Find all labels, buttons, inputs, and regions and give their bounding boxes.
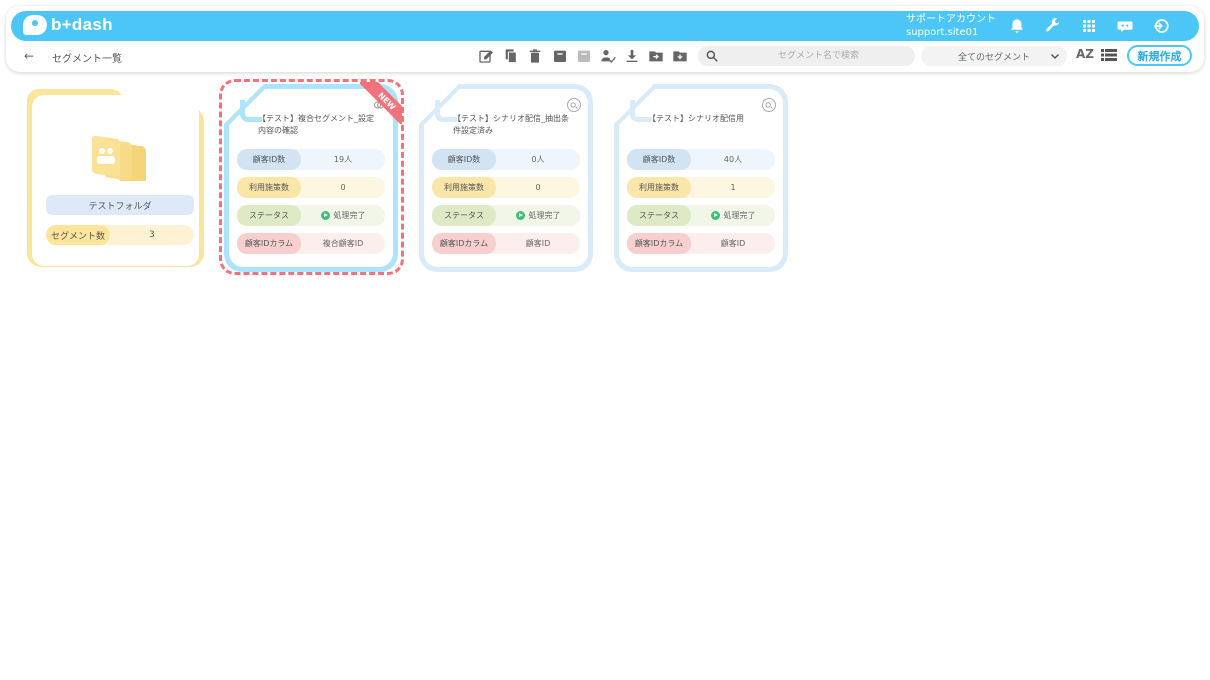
segment-count-label: セグメント数 [46,225,110,245]
usage-count-value: 0 [535,183,541,192]
segment-filter-value: 全てのセグメント [957,52,1030,63]
logout-icon[interactable] [1151,16,1171,36]
id-column-label: 顧客IDカラム [237,233,301,254]
id-column-label: 顧客IDカラム [432,233,496,254]
folder-stack-icon [92,135,146,181]
customer-count-label: 顧客ID数 [432,149,496,170]
status-label: ステータス [237,205,301,226]
apps-grid-icon[interactable] [1079,16,1099,36]
scenario-segment-icon [762,98,776,112]
logo[interactable]: b+dash [23,15,113,35]
bell-icon[interactable] [1007,16,1027,36]
customer-count-value: 40人 [723,155,743,164]
status-row: ステータス 処理完了 [432,205,580,226]
segment-filter-select[interactable]: 全てのセグメント [921,46,1067,66]
user-check-icon[interactable] [599,47,617,65]
search-icon [706,50,718,62]
status-value: 処理完了 [691,205,775,226]
archive-icon[interactable] [551,47,569,65]
scenario-segment-icon [567,98,581,112]
logo-text: b+dash [51,15,113,34]
customer-count-row: 顧客ID数 40人 [627,149,775,170]
id-column-row: 顧客IDカラム 顧客ID [432,233,580,254]
folder-name: テストフォルダ [46,195,194,215]
id-column-value: 顧客ID [720,239,746,248]
folder-card[interactable]: テストフォルダ セグメント数 3 [27,89,204,267]
customer-count-row: 顧客ID数 0人 [432,149,580,170]
new-folder-icon[interactable] [671,47,689,65]
chat-bot-icon[interactable] [1115,16,1135,36]
status-label: ステータス [432,205,496,226]
new-segment-button[interactable]: 新規作成 [1127,45,1192,66]
account-info[interactable]: サポートアカウント support.site01 [906,13,996,39]
status-text: 処理完了 [723,211,756,220]
id-column-row: 顧客IDカラム 顧客ID [627,233,775,254]
sort-az-button[interactable]: AZ [1076,47,1094,61]
id-column-label: 顧客IDカラム [627,233,691,254]
customer-count-label: 顧客ID数 [237,149,301,170]
search-input[interactable] [726,46,911,66]
id-column-value: 複合顧客ID [322,239,364,248]
logo-bubble-icon [23,15,47,35]
usage-count-row: 利用施策数 1 [627,177,775,198]
new-ribbon: NEW [360,82,402,124]
customer-count-value: 19人 [333,155,353,164]
usage-count-label: 利用施策数 [627,177,691,198]
card-title: 【テスト】シナリオ配信用 [648,114,744,123]
usage-count-value: 1 [730,183,736,192]
customer-count-value: 0人 [531,155,545,164]
list-view-icon[interactable] [1101,48,1117,62]
status-complete-icon [515,211,525,220]
usage-count-row: 利用施策数 0 [432,177,580,198]
segment-card[interactable]: 【テスト】シナリオ配信_抽出条件設定済み 顧客ID数 0人 利用施策数 0 ステ… [419,84,593,272]
status-complete-icon [320,211,330,220]
download-icon[interactable] [623,47,641,65]
move-folder-icon[interactable] [647,47,665,65]
card-title: 【テスト】シナリオ配信_抽出条件設定済み [453,114,569,135]
id-column-row: 顧客IDカラム 複合顧客ID [237,233,385,254]
wrench-icon[interactable] [1043,16,1063,36]
back-arrow-icon[interactable]: ← [24,49,34,63]
breadcrumb: セグメント一覧 [52,54,122,65]
copy-icon[interactable] [502,47,520,65]
status-complete-icon [710,211,720,220]
usage-count-row: 利用施策数 0 [237,177,385,198]
unarchive-icon[interactable] [575,47,593,65]
folder-segment-count: セグメント数 3 [46,225,194,245]
id-column-value: 顧客ID [525,239,551,248]
segment-card[interactable]: 【テスト】シナリオ配信用 顧客ID数 40人 利用施策数 1 ステータス 処理完… [614,84,788,272]
status-row: ステータス 処理完了 [627,205,775,226]
status-value: 処理完了 [496,205,580,226]
usage-count-label: 利用施策数 [237,177,301,198]
top-bar: b+dash サポートアカウント support.site01 [11,11,1199,41]
account-site: support.site01 [906,27,979,38]
status-label: ステータス [627,205,691,226]
customer-count-row: 顧客ID数 19人 [237,149,385,170]
card-title: 【テスト】複合セグメント_設定内容の確認 [258,114,374,135]
usage-count-value: 0 [340,183,346,192]
status-text: 処理完了 [528,211,561,220]
status-row: ステータス 処理完了 [237,205,385,226]
search-box[interactable] [698,46,915,66]
trash-icon[interactable] [526,47,544,65]
segment-count-value: 3 [149,230,155,240]
status-text: 処理完了 [333,211,366,220]
account-name: サポートアカウント [906,14,996,25]
new-badge: NEW [360,82,402,124]
usage-count-label: 利用施策数 [432,177,496,198]
chevron-down-icon [1050,53,1060,60]
edit-icon[interactable] [477,47,495,65]
status-value: 処理完了 [301,205,385,226]
customer-count-label: 顧客ID数 [627,149,691,170]
